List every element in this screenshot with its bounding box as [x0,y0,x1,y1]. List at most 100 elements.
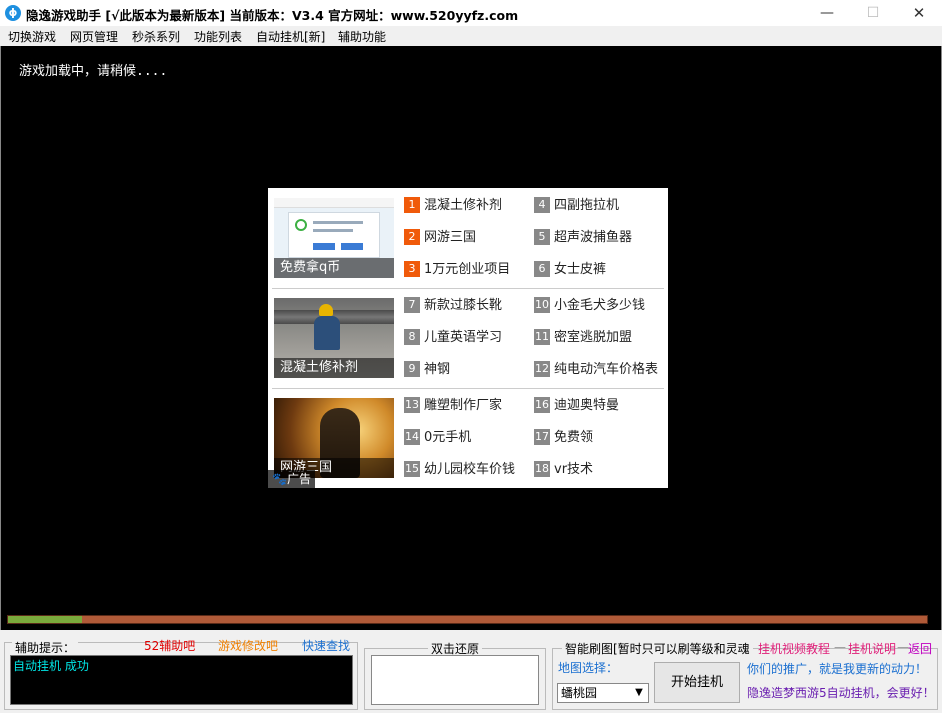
ad-link[interactable]: 9 神钢 [404,360,450,380]
link-text: 挂机说明 [848,642,897,656]
image-bar [274,198,394,208]
check-icon [295,219,307,231]
ad-link[interactable]: 13 雕塑制作厂家 [404,396,502,416]
ad-link-text: 纯电动汽车价格表 [554,362,658,377]
rank-badge: 12 [534,361,550,377]
ad-link[interactable]: 7 新款过膝长靴 [404,296,502,316]
ad-link[interactable]: 17 免费领 [534,428,593,448]
link-text: 游戏修改吧 [218,639,279,653]
ad-link-text: 网游三国 [424,230,477,245]
rank-badge: 11 [534,329,550,345]
separator: — [834,640,846,654]
ad-link-text: 免费领 [554,430,594,445]
ad-link[interactable]: 16 迪迦奥特曼 [534,396,619,416]
ad-block: 混凝土修补剂 7 新款过膝长靴 8 儿童英语学习 9 神钢 10 小金毛犬多少钱 11 密… [268,288,668,388]
loading-progress-bar [7,615,928,624]
ad-thumbnail[interactable]: 混凝土修补剂 [274,298,394,378]
link-video-tutorial[interactable]: 挂机视频教程 [758,640,830,657]
map-select[interactable]: 蟠桃园 ▼ [557,683,649,703]
chevron-down-icon: ▼ [635,687,643,698]
ad-link[interactable]: 8 儿童英语学习 [404,328,502,348]
ad-link-text: 密室逃脱加盟 [554,330,633,345]
menu-bar: 切换游戏 网页管理 秒杀系列 功能列表 自动挂机[新] 辅助功能 [0,26,942,46]
status-output: 自动挂机 成功 [10,655,353,705]
ad-link[interactable]: 2 网游三国 [404,228,476,248]
ad-block: 网游三国 🐾广告 13 雕塑制作厂家 14 0元手机 15 幼儿园校车价钱 16 迪迦奥… [268,388,668,488]
rank-badge: 2 [404,229,420,245]
rank-badge: 4 [534,197,550,213]
link-text: 52辅助吧 [144,639,196,653]
ad-link[interactable]: 1 混凝土修补剂 [404,196,502,216]
ad-link-text: vr技术 [554,462,594,477]
rank-badge: 15 [404,461,420,477]
menu-auto-idle[interactable]: 自动挂机[新] [256,28,325,45]
restore-area[interactable] [371,655,539,705]
ad-link[interactable]: 12 纯电动汽车价格表 [534,360,658,380]
link-game-mod[interactable]: 游戏修改吧 [218,637,278,654]
ad-link-text: 新款过膝长靴 [424,298,503,313]
link-return[interactable]: 返回 [908,640,932,657]
rank-badge: 5 [534,229,550,245]
ad-link-text: 迪迦奥特曼 [554,398,620,413]
ad-badge[interactable]: 🐾广告 [268,470,315,488]
maximize-button[interactable]: ☐ [850,0,896,26]
rank-badge: 17 [534,429,550,445]
ad-link[interactable]: 3 1万元创业项目 [404,260,510,280]
image-line [313,229,353,232]
rank-badge: 3 [404,261,420,277]
close-button[interactable]: ✕ [896,0,942,26]
map-select-value: 蟠桃园 [561,686,598,700]
ad-link[interactable]: 4 四副拖拉机 [534,196,619,216]
ad-link[interactable]: 5 超声波捕鱼器 [534,228,632,248]
minimize-button[interactable]: — [804,0,850,26]
smart-legend: 智能刷图[暂时只可以刷等级和灵魂 [562,640,753,657]
menu-feature-list[interactable]: 功能列表 [194,28,242,45]
ad-thumbnail[interactable]: 网游三国 [274,398,394,478]
link-quick-search[interactable]: 快速查找 [302,637,350,654]
rank-badge: 8 [404,329,420,345]
link-52-assist[interactable]: 52辅助吧 [144,637,195,654]
ad-link-text: 幼儿园校车价钱 [424,462,516,477]
map-select-label: 地图选择： [558,661,619,675]
ad-link-text: 混凝土修补剂 [424,198,503,213]
ad-thumb-caption: 免费拿q币 [274,258,394,278]
photo-worker [314,316,340,350]
photo-helmet [319,304,333,316]
ad-link[interactable]: 10 小金毛犬多少钱 [534,296,645,316]
game-viewport[interactable]: 游戏加载中，请稍候.... 免费拿q币 1 混凝土修补剂 2 网游三国 3 1万元创业… [0,46,942,630]
ad-link[interactable]: 18 vr技术 [534,460,593,480]
start-idle-button[interactable]: 开始挂机 [654,662,740,703]
ad-link-text: 0元手机 [424,430,472,445]
ad-link[interactable]: 14 0元手机 [404,428,471,448]
progress-fill [8,616,82,623]
image-button [341,243,363,250]
rank-badge: 13 [404,397,420,413]
menu-assist[interactable]: 辅助功能 [338,28,386,45]
link-text: 快速查找 [302,639,351,653]
image-dialog [288,212,380,258]
promo-text: 隐逸造梦西游5自动挂机，会更好！ [747,686,935,700]
link-idle-guide[interactable]: 挂机说明 [848,640,896,657]
title-bar: ϕ 隐逸游戏助手 [√此版本为最新版本] 当前版本：V3.4 官方网址：www.… [0,0,942,26]
ad-thumb-caption: 混凝土修补剂 [274,358,394,378]
menu-flash-sale[interactable]: 秒杀系列 [132,28,180,45]
ad-thumbnail[interactable]: 免费拿q币 [274,198,394,278]
ad-link[interactable]: 11 密室逃脱加盟 [534,328,632,348]
ad-panel: 免费拿q币 1 混凝土修补剂 2 网游三国 3 1万元创业项目 4 四副拖拉机 5 超声波… [268,188,668,488]
rank-badge: 9 [404,361,420,377]
rank-badge: 18 [534,461,550,477]
link-text: 挂机视频教程 [758,642,831,656]
link-text: 返回 [908,642,933,656]
ad-link[interactable]: 15 幼儿园校车价钱 [404,460,515,480]
image-line [313,221,363,224]
promo-text: 你们的推广，就是我更新的动力！ [747,662,928,676]
menu-switch-game[interactable]: 切换游戏 [8,28,56,45]
ad-link-text: 雕塑制作厂家 [424,398,503,413]
ad-link-text: 小金毛犬多少钱 [554,298,646,313]
ad-link[interactable]: 6 女士皮裤 [534,260,606,280]
menu-web-manage[interactable]: 网页管理 [70,28,118,45]
ad-link-text: 儿童英语学习 [424,330,503,345]
assist-legend: 辅助提示： [12,639,79,656]
app-logo-icon: ϕ [5,5,21,21]
ad-link-text: 超声波捕鱼器 [554,230,633,245]
